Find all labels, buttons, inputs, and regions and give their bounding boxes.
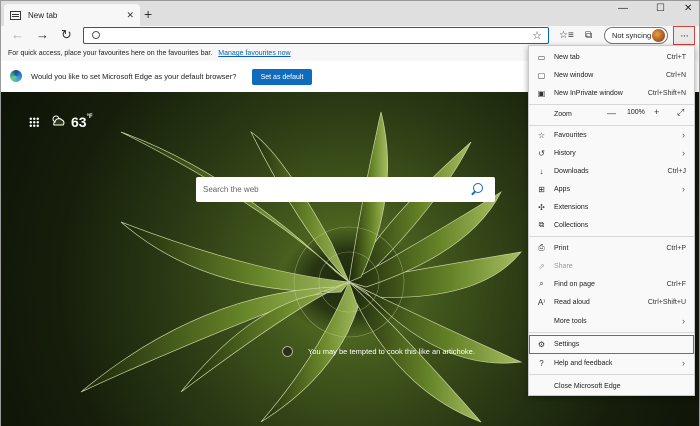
refresh-button[interactable]: ↻ [61,27,72,43]
zoom-out-button[interactable]: — [607,108,616,118]
forward-button[interactable]: → [36,27,49,43]
manage-favourites-link[interactable]: Manage favourites now [218,50,290,57]
new-tab-button[interactable]: + [144,6,152,22]
tab-title: New tab [28,11,58,20]
help-icon: ? [539,358,544,368]
maximize-button[interactable]: ☐ [656,3,665,14]
new-window-icon: ▢ [537,70,546,80]
favorites-icon[interactable]: ☆≡ [559,30,574,41]
menu-item-inprivate-window[interactable]: ▣ New InPrivate window Ctrl+Shift+N [529,84,694,102]
share-icon: ⇗ [538,261,545,271]
menu-item-extensions[interactable]: ✣ Extensions [529,198,694,216]
collections-icon: ⧉ [538,220,545,229]
menu-item-new-window[interactable]: ▢ New window Ctrl+N [529,66,694,84]
sync-label: Not syncing [612,31,652,40]
menu-item-history[interactable]: ↺ History › [529,144,694,162]
image-info-icon[interactable] [282,346,293,357]
search-icon[interactable] [473,183,483,193]
menu-item-share: ⇗ Share [529,257,694,275]
apps-icon: ⊞ [538,184,545,194]
tab-page-icon [10,11,21,20]
zoom-level: 100% [627,109,645,116]
fullscreen-icon[interactable]: ⤢ [677,107,684,118]
search-icon [92,31,100,39]
profile-sync-button[interactable]: Not syncing [604,27,668,44]
menu-item-find-on-page[interactable]: ⌕ Find on page Ctrl+F [529,275,694,293]
new-tab-icon: ▭ [537,52,546,62]
image-caption[interactable]: You may be tempted to cook this like an … [308,346,478,357]
history-icon: ↺ [538,148,545,158]
menu-item-new-tab[interactable]: ▭ New tab Ctrl+T [529,48,694,66]
back-button[interactable]: ← [11,27,24,43]
favbar-text: For quick access, place your favourites … [8,50,213,57]
toolbar: ← → ↻ ☆ ☆≡ ⧉ Not syncing ··· [0,26,700,46]
menu-item-settings[interactable]: ⚙ Settings [529,335,694,354]
menu-item-read-aloud[interactable]: A⁾ Read aloud Ctrl+Shift+U [529,293,694,311]
tab-close-icon[interactable]: ✕ [126,10,134,21]
settings-and-more-button[interactable]: ··· [673,26,695,45]
favourites-icon: ☆ [537,130,546,140]
download-icon: ↓ [539,166,544,176]
close-window-button[interactable]: ✕ [684,3,692,14]
tab-new-tab[interactable]: New tab ✕ [4,4,140,27]
avatar [652,29,665,42]
menu-item-apps[interactable]: ⊞ Apps › [529,180,694,198]
tab-strip: New tab ✕ + — ☐ ✕ [0,0,700,27]
print-icon: ⎙ [538,243,545,252]
edge-logo-icon [10,70,22,82]
menu-item-collections[interactable]: ⧉ Collections [529,216,694,234]
chevron-right-icon: › [682,130,685,140]
gear-icon: ⚙ [537,340,546,349]
read-aloud-icon: A⁾ [537,297,546,307]
chevron-right-icon: › [682,316,685,326]
zoom-in-button[interactable]: + [654,107,659,117]
chevron-right-icon: › [682,148,685,158]
minimize-button[interactable]: — [618,3,628,14]
favorite-star-icon[interactable]: ☆ [532,29,542,42]
chevron-right-icon: › [682,184,685,194]
temperature[interactable]: 63°F [71,114,93,130]
search-placeholder: Search the web [203,185,259,194]
web-search-box[interactable]: Search the web [196,177,495,202]
set-as-default-button[interactable]: Set as default [252,69,312,85]
menu-item-more-tools[interactable]: More tools › [529,312,694,330]
chevron-right-icon: › [682,358,685,368]
weather-icon [52,115,65,126]
menu-item-favourites[interactable]: ☆ Favourites › [529,126,694,144]
inprivate-icon: ▣ [537,88,546,98]
infobar-message: Would you like to set Microsoft Edge as … [31,72,237,81]
menu-item-zoom: Zoom — 100% + ⤢ [554,107,685,118]
menu-item-downloads[interactable]: ↓ Downloads Ctrl+J [529,162,694,180]
menu-item-close-edge[interactable]: Close Microsoft Edge [529,377,694,395]
apps-launcher-icon[interactable] [29,117,39,127]
settings-and-more-menu: ▭ New tab Ctrl+T ▢ New window Ctrl+N ▣ N… [528,45,695,396]
address-bar[interactable]: ☆ [83,27,549,44]
extensions-icon: ✣ [538,202,545,212]
menu-item-help-and-feedback[interactable]: ? Help and feedback › [529,354,694,372]
collections-icon[interactable]: ⧉ [585,30,592,41]
find-icon: ⌕ [539,279,544,288]
menu-item-print[interactable]: ⎙ Print Ctrl+P [529,239,694,257]
